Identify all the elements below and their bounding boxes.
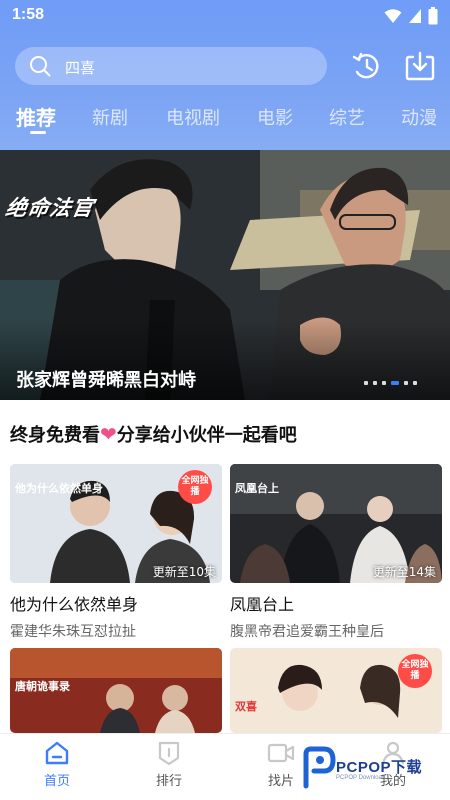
status-icons bbox=[384, 7, 438, 25]
active-tab-indicator bbox=[30, 131, 46, 134]
video-card[interactable]: 他为什么依然单身 全网独播 更新至10集 他为什么依然单身 霍建华朱珠互怼拉扯 bbox=[10, 464, 222, 641]
thumbnail-title: 他为什么依然单身 bbox=[15, 482, 103, 495]
watermark: PCPOP下载 PCPOP Download bbox=[300, 742, 450, 792]
video-thumbnail: 唐朝诡事录 bbox=[10, 648, 222, 733]
tab-recommend[interactable]: 推荐 bbox=[16, 102, 56, 131]
header: 1:58 四喜 推荐 新剧 电视剧 电影 综艺 动漫 bbox=[0, 0, 450, 150]
carousel-dot bbox=[404, 381, 408, 385]
banner-caption: 张家辉曾舜晞黑白对峙 bbox=[16, 370, 196, 391]
video-thumbnail: 双喜 全网独播 bbox=[230, 648, 442, 733]
banner-pagination bbox=[364, 381, 417, 385]
promo-text-end: 分享给小伙伴一起看吧 bbox=[116, 425, 297, 446]
search-icon bbox=[30, 56, 51, 77]
video-thumbnail: 凤凰台上 更新至14集 bbox=[230, 464, 442, 583]
nav-home-label: 首页 bbox=[43, 774, 70, 789]
tab-variety[interactable]: 综艺 bbox=[329, 104, 365, 130]
thumbnail-title: 双喜 bbox=[235, 700, 257, 713]
signal-icon bbox=[409, 9, 421, 23]
video-camera-icon bbox=[267, 743, 295, 763]
history-icon bbox=[352, 52, 379, 79]
history-button[interactable] bbox=[352, 50, 382, 82]
tab-anime[interactable]: 动漫 bbox=[401, 104, 437, 130]
carousel-dot bbox=[413, 381, 417, 385]
nav-ranking[interactable]: 排行 bbox=[139, 740, 199, 789]
nav-home[interactable]: 首页 bbox=[27, 740, 87, 789]
episode-update: 更新至10集 bbox=[152, 565, 216, 579]
thumbnail-title: 唐朝诡事录 bbox=[15, 680, 70, 693]
video-subtitle: 腹黑帝君追爱霸王种皇后 bbox=[230, 624, 384, 640]
promo-text-start: 终身免费看 bbox=[10, 425, 100, 446]
nav-ranking-label: 排行 bbox=[155, 774, 182, 789]
category-tabs: 推荐 新剧 电视剧 电影 综艺 动漫 bbox=[0, 98, 450, 138]
tab-tv-series[interactable]: 电视剧 bbox=[166, 104, 220, 130]
tab-new-series[interactable]: 新剧 bbox=[92, 104, 128, 130]
exclusive-badge: 全网独播 bbox=[178, 470, 212, 504]
video-card[interactable]: 唐朝诡事录 bbox=[10, 648, 222, 733]
tab-movies[interactable]: 电影 bbox=[257, 104, 293, 130]
wifi-icon bbox=[384, 9, 402, 23]
watermark-logo-icon bbox=[303, 746, 336, 789]
share-promo-text[interactable]: 终身免费看❤分享给小伙伴一起看吧 bbox=[10, 421, 297, 447]
video-card[interactable]: 凤凰台上 更新至14集 凤凰台上 腹黑帝君追爱霸王种皇后 bbox=[230, 464, 442, 641]
video-title: 他为什么依然单身 bbox=[10, 595, 139, 614]
carousel-dot-active bbox=[391, 381, 399, 385]
status-bar: 1:58 bbox=[0, 0, 450, 32]
watermark-brand: PCPOP下载 bbox=[336, 759, 423, 776]
banner-carousel[interactable]: 绝命法官 张家辉曾舜晞黑白对峙 bbox=[0, 150, 450, 400]
thumbnail-title: 凤凰台上 bbox=[235, 482, 279, 495]
video-card[interactable]: 双喜 全网独播 bbox=[230, 648, 442, 733]
status-time: 1:58 bbox=[12, 6, 45, 23]
download-icon bbox=[405, 51, 435, 81]
heart-icon: ❤ bbox=[100, 422, 117, 446]
carousel-dot bbox=[364, 381, 368, 385]
home-icon bbox=[45, 741, 69, 765]
battery-icon bbox=[428, 7, 438, 25]
video-title: 凤凰台上 bbox=[230, 595, 295, 614]
search-input[interactable]: 四喜 bbox=[15, 47, 327, 85]
watermark-subtitle: PCPOP Download bbox=[336, 775, 386, 781]
carousel-dot bbox=[382, 381, 386, 385]
video-thumbnail: 他为什么依然单身 全网独播 更新至10集 bbox=[10, 464, 222, 583]
episode-update: 更新至14集 bbox=[372, 565, 436, 579]
download-button[interactable] bbox=[405, 50, 435, 82]
ranking-icon bbox=[158, 741, 180, 766]
exclusive-badge: 全网独播 bbox=[398, 654, 432, 688]
video-subtitle: 霍建华朱珠互怼拉扯 bbox=[10, 624, 136, 640]
banner-logo: 绝命法官 bbox=[3, 196, 96, 220]
carousel-dot bbox=[373, 381, 377, 385]
search-text: 四喜 bbox=[65, 59, 96, 77]
